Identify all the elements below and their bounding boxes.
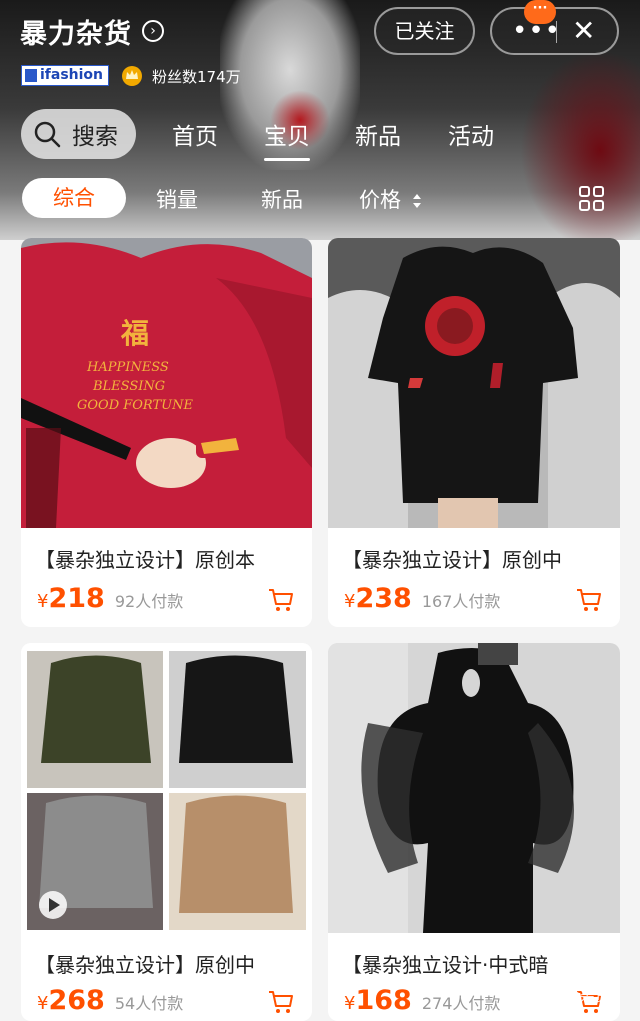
product-image: [328, 238, 620, 528]
sort-new[interactable]: 新品: [261, 184, 303, 214]
watermark: 知乎 @暴力杂货: [500, 987, 610, 1005]
product-price: 168: [355, 985, 412, 1016]
ifashion-badge: ifashion: [21, 65, 109, 86]
close-icon[interactable]: ✕: [572, 15, 595, 47]
sort-sales[interactable]: 销量: [156, 184, 198, 214]
add-to-cart-icon[interactable]: [268, 588, 294, 612]
search-icon: [34, 121, 61, 148]
product-image: [328, 643, 620, 933]
search-label: 搜索: [72, 124, 118, 150]
product-print-line3: GOOD FORTUNE: [77, 398, 193, 413]
add-to-cart-icon[interactable]: [576, 588, 602, 612]
tab-home[interactable]: 首页: [172, 117, 218, 151]
sold-count: 274人付款: [421, 994, 501, 1013]
crown-icon: [122, 66, 142, 86]
tab-new[interactable]: 新品: [355, 117, 401, 151]
product-title: 【暴杂独立设计】原创中: [342, 548, 562, 572]
price-sort-arrows-icon: [412, 194, 421, 208]
currency-symbol: ¥: [344, 993, 356, 1014]
search-button[interactable]: 搜索: [21, 109, 136, 159]
product-card[interactable]: 【暴杂独立设计·中式暗 ¥168 274人付款: [328, 643, 620, 1021]
product-title: 【暴杂独立设计·中式暗: [342, 953, 549, 977]
fans-count: 粉丝数174万: [152, 68, 241, 86]
notification-badge: ···: [524, 0, 556, 24]
currency-symbol: ¥: [37, 591, 49, 612]
follow-button[interactable]: 已关注: [374, 7, 475, 55]
shop-info-chevron-icon[interactable]: ›: [142, 20, 164, 42]
product-title: 【暴杂独立设计】原创中: [35, 953, 255, 977]
ifashion-logo-icon: [25, 69, 37, 82]
sold-count: 92人付款: [114, 592, 184, 611]
product-price: 218: [48, 583, 105, 614]
product-card[interactable]: 【暴杂独立设计】原创中 ¥268 54人付款: [21, 643, 312, 1021]
product-price: 268: [48, 985, 105, 1016]
tab-items[interactable]: 宝贝: [264, 117, 310, 161]
add-to-cart-icon[interactable]: [268, 990, 294, 1014]
currency-symbol: ¥: [344, 591, 356, 612]
shop-name[interactable]: 暴力杂货: [20, 12, 132, 51]
product-card[interactable]: 福 HAPPINESS BLESSING GOOD FORTUNE 【暴杂独立设…: [21, 238, 312, 627]
tab-events[interactable]: 活动: [448, 117, 494, 151]
sort-comprehensive[interactable]: 综合: [22, 178, 126, 218]
sold-count: 54人付款: [114, 994, 184, 1013]
product-print-line2: BLESSING: [92, 379, 165, 394]
currency-symbol: ¥: [37, 993, 49, 1014]
sold-count: 167人付款: [421, 592, 501, 611]
product-print-fu: 福: [120, 317, 149, 350]
product-price: 238: [355, 583, 412, 614]
product-title: 【暴杂独立设计】原创本: [35, 548, 255, 572]
sort-price[interactable]: 价格: [359, 184, 422, 214]
product-image: 福 HAPPINESS BLESSING GOOD FORTUNE: [21, 238, 312, 528]
product-print-line1: HAPPINESS: [86, 360, 169, 375]
product-image: [21, 643, 312, 933]
product-card[interactable]: 【暴杂独立设计】原创中 ¥238 167人付款: [328, 238, 620, 627]
grid-view-icon[interactable]: [578, 185, 605, 212]
